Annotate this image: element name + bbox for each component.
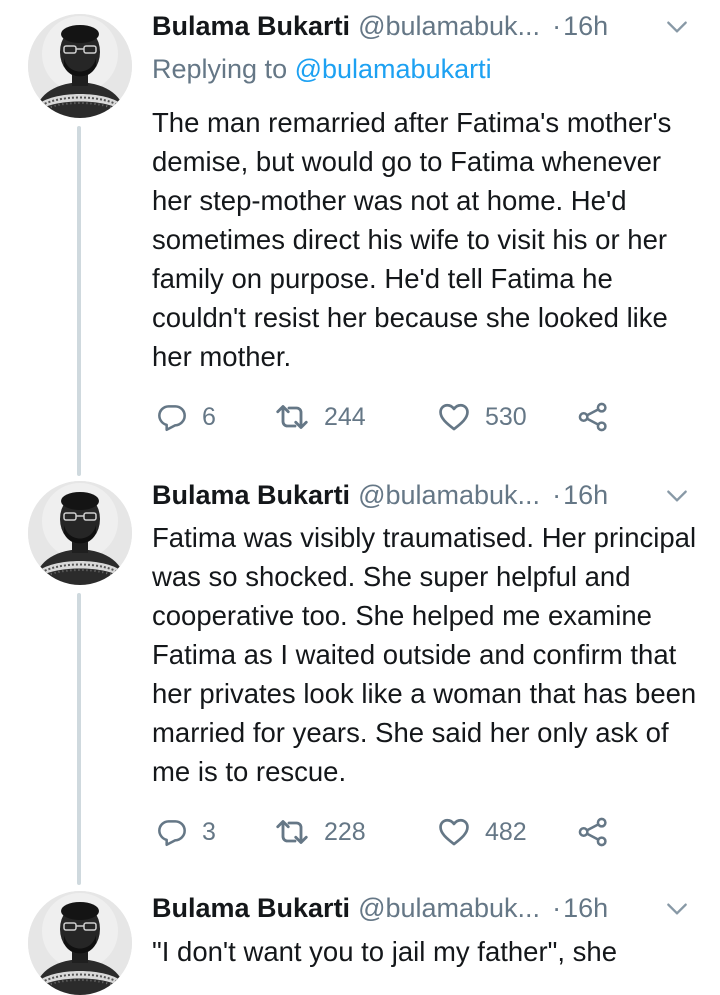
tweet-actions: 3 228 482	[152, 812, 632, 852]
tweet-header: Bulama Bukarti @bulamabuk... · 16h	[152, 477, 696, 513]
tweet-text: The man remarried after Fatima's mother'…	[152, 107, 672, 372]
tweet-text: Fatima was visibly traumatised. Her prin…	[152, 522, 697, 787]
thread-line	[77, 126, 81, 476]
retweet-icon	[274, 814, 310, 850]
timestamp[interactable]: 16h	[563, 893, 608, 924]
retweet-button[interactable]: 244	[274, 397, 366, 437]
share-icon	[577, 816, 609, 848]
display-name[interactable]: Bulama Bukarti	[152, 480, 350, 511]
like-button[interactable]: 530	[437, 397, 527, 437]
tweet[interactable]: Bulama Bukarti @bulamabuk... · 16h Reply…	[0, 0, 720, 476]
share-button[interactable]	[577, 812, 609, 852]
reply-icon	[156, 401, 188, 433]
reply-button[interactable]: 6	[156, 397, 216, 437]
user-handle[interactable]: @bulamabuk...	[358, 893, 540, 924]
like-count: 482	[485, 817, 527, 846]
timestamp[interactable]: 16h	[563, 11, 608, 42]
reply-count: 3	[202, 817, 216, 846]
tweet[interactable]: Bulama Bukarti @bulamabuk... · 16h "I do…	[0, 885, 720, 995]
tweet-actions: 6 244 530	[152, 397, 632, 437]
retweet-count: 228	[324, 817, 366, 846]
share-button[interactable]	[577, 397, 609, 437]
avatar-image	[28, 891, 132, 995]
chevron-down-icon[interactable]	[664, 483, 690, 509]
separator-dot: ·	[552, 479, 562, 510]
reply-count: 6	[202, 402, 216, 431]
replying-to: Replying to @bulamabukarti	[152, 54, 492, 85]
chevron-down-icon[interactable]	[664, 896, 690, 922]
separator-dot: ·	[552, 892, 562, 923]
like-button[interactable]: 482	[437, 812, 527, 852]
avatar-image	[28, 14, 132, 118]
separator-dot: ·	[552, 10, 562, 41]
user-handle[interactable]: @bulamabuk...	[358, 480, 540, 511]
heart-icon	[437, 815, 471, 849]
tweet-text: "I don't want you to jail my father", sh…	[152, 936, 618, 967]
like-count: 530	[485, 402, 527, 431]
tweet-header: Bulama Bukarti @bulamabuk... · 16h	[152, 890, 696, 926]
display-name[interactable]: Bulama Bukarti	[152, 11, 350, 42]
tweet-header: Bulama Bukarti @bulamabuk... · 16h	[152, 8, 696, 44]
retweet-icon	[274, 399, 310, 435]
reply-icon	[156, 816, 188, 848]
retweet-count: 244	[324, 402, 366, 431]
thread-line	[77, 593, 81, 885]
user-handle[interactable]: @bulamabuk...	[358, 11, 540, 42]
heart-icon	[437, 400, 471, 434]
display-name[interactable]: Bulama Bukarti	[152, 893, 350, 924]
avatar[interactable]	[28, 481, 132, 585]
retweet-button[interactable]: 228	[274, 812, 366, 852]
tweet[interactable]: Bulama Bukarti @bulamabuk... · 16h Fatim…	[0, 475, 720, 885]
share-icon	[577, 401, 609, 433]
timestamp[interactable]: 16h	[563, 480, 608, 511]
chevron-down-icon[interactable]	[664, 14, 690, 40]
avatar[interactable]	[28, 14, 132, 118]
replying-to-label: Replying to	[152, 54, 295, 84]
avatar-image	[28, 481, 132, 585]
avatar[interactable]	[28, 891, 132, 995]
reply-button[interactable]: 3	[156, 812, 216, 852]
replying-to-link[interactable]: @bulamabukarti	[295, 54, 492, 84]
